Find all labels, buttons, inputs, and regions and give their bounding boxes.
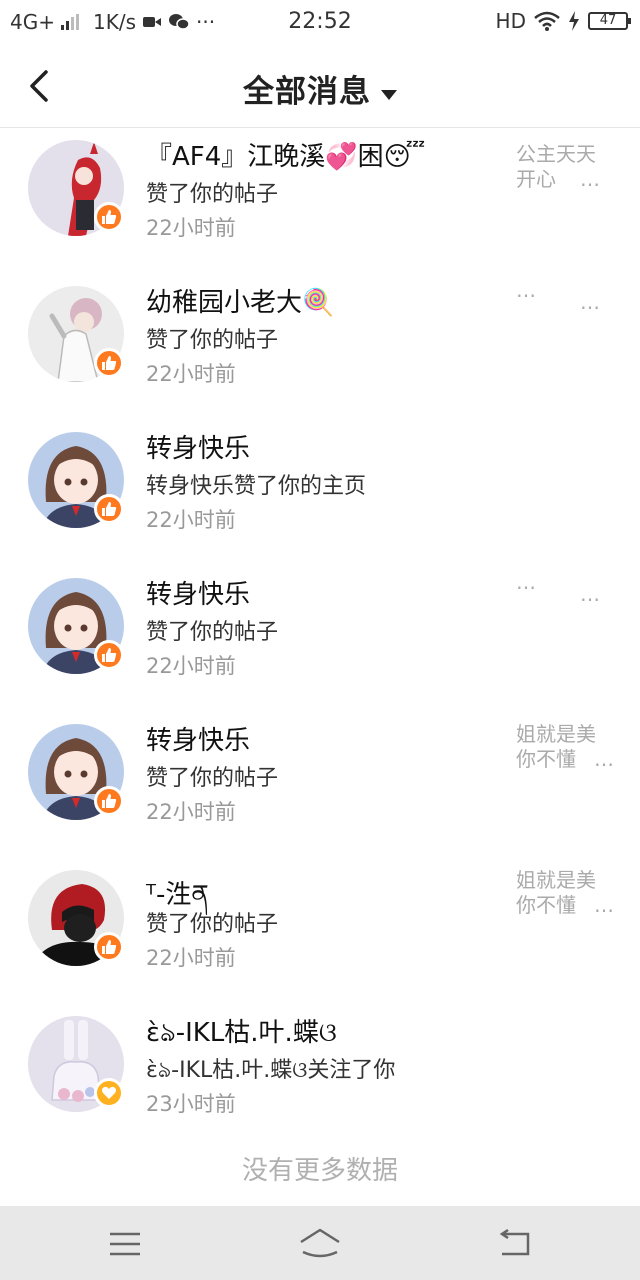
preview-line: … <box>516 570 536 594</box>
user-name[interactable]: ɛ̀ঌ-IKL枯.叶.蝶ଓ <box>146 1012 337 1056</box>
notification-text: 转身快乐赞了你的主页 <box>146 474 367 499</box>
back-nav-button[interactable] <box>490 1224 540 1264</box>
like-badge <box>94 348 124 378</box>
charging-icon <box>569 11 579 31</box>
menu-button[interactable] <box>100 1224 150 1264</box>
post-preview[interactable]: … … <box>516 278 620 314</box>
preview-line: … <box>516 278 536 302</box>
notification-text: 赞了你的帖子 <box>146 182 279 207</box>
notification-text: 赞了你的帖子 <box>146 766 279 791</box>
thumbs-up-icon <box>102 210 117 224</box>
notification-text: 赞了你的帖子 <box>146 912 279 937</box>
user-name[interactable]: 转身快乐 <box>146 720 250 757</box>
preview-ellipsis: … <box>580 582 600 606</box>
notification-item[interactable]: 幼稚园小老大🍭 赞了你的帖子 22小时前 … … <box>0 274 640 420</box>
thumbs-up-icon <box>102 940 117 954</box>
preview-ellipsis: … <box>580 290 600 314</box>
preview-line: 姐就是美 <box>516 722 596 746</box>
timestamp: 22小时前 <box>146 946 236 970</box>
notification-item[interactable]: ᵀ-泩ན 赞了你的帖子 22小时前 姐就是美 你不懂 … <box>0 858 640 1004</box>
preview-line: 姐就是美 <box>516 868 596 892</box>
like-badge <box>94 494 124 524</box>
like-badge <box>94 640 124 670</box>
preview-ellipsis: … <box>594 893 614 917</box>
preview-line: 开心 <box>516 167 556 191</box>
preview-ellipsis: … <box>580 167 600 191</box>
timestamp: 22小时前 <box>146 362 236 386</box>
notification-text: 赞了你的帖子 <box>146 620 279 645</box>
caret-down-icon <box>381 89 397 100</box>
status-bar: 4G+ 1K/s ··· 22:52 HD 47 <box>0 0 640 44</box>
like-badge <box>94 932 124 962</box>
timestamp: 22小时前 <box>146 800 236 824</box>
battery-indicator: 47 <box>588 12 631 30</box>
home-icon <box>300 1228 340 1258</box>
timestamp: 23小时前 <box>146 1092 236 1116</box>
post-preview[interactable]: … … <box>516 570 620 606</box>
notification-item[interactable]: 转身快乐 转身快乐赞了你的主页 22小时前 <box>0 420 640 566</box>
notification-item[interactable]: 转身快乐 赞了你的帖子 22小时前 … … <box>0 566 640 712</box>
menu-icon <box>110 1232 140 1256</box>
post-preview[interactable]: 公主天天 开心 … <box>516 142 620 192</box>
like-badge <box>94 202 124 232</box>
post-preview[interactable]: 姐就是美 你不懂 … <box>516 868 620 918</box>
notification-text: 赞了你的帖子 <box>146 328 279 353</box>
user-name[interactable]: 幼稚园小老大🍭 <box>146 282 334 319</box>
notification-item[interactable]: ɛ̀ঌ-IKL枯.叶.蝶ଓ ɛ̀ঌ-IKL枯.叶.蝶ଓ关注了你 23小时前 <box>0 1004 640 1150</box>
thumbs-up-icon <box>102 502 117 516</box>
hd-indicator: HD <box>495 9 526 33</box>
user-name[interactable]: 转身快乐 <box>146 428 250 465</box>
no-more-data-label: 没有更多数据 <box>241 1156 398 1186</box>
thumbs-up-icon <box>102 356 117 370</box>
wifi-icon <box>534 11 560 31</box>
timestamp: 22小时前 <box>146 654 236 678</box>
heart-icon <box>101 1086 117 1099</box>
return-icon <box>499 1228 530 1256</box>
system-nav-bar <box>0 1206 640 1280</box>
timestamp: 22小时前 <box>146 216 236 240</box>
like-badge <box>94 786 124 816</box>
preview-ellipsis: … <box>594 747 614 771</box>
status-right: HD 47 <box>495 9 631 33</box>
user-name[interactable]: 转身快乐 <box>146 574 250 611</box>
notification-item[interactable]: 转身快乐 赞了你的帖子 22小时前 姐就是美 你不懂 … <box>0 712 640 858</box>
notification-text: ɛ̀ঌ-IKL枯.叶.蝶ଓ关注了你 <box>146 1058 396 1083</box>
thumbs-up-icon <box>102 794 117 808</box>
preview-line: 公主天天 <box>516 142 596 166</box>
timestamp: 22小时前 <box>146 508 236 532</box>
notification-item[interactable]: 『AF4』江晚溪💞困😴 赞了你的帖子 22小时前 公主天天 开心 … <box>0 128 640 274</box>
user-name[interactable]: 『AF4』江晚溪💞困😴 <box>146 136 425 173</box>
message-filter-dropdown[interactable]: 全部消息 <box>0 66 640 111</box>
follow-badge <box>94 1078 124 1108</box>
thumbs-up-icon <box>102 648 117 662</box>
header: 全部消息 <box>0 44 640 128</box>
home-button[interactable] <box>295 1224 345 1264</box>
post-preview[interactable]: 姐就是美 你不懂 … <box>516 722 620 772</box>
page-title: 全部消息 <box>243 74 371 110</box>
